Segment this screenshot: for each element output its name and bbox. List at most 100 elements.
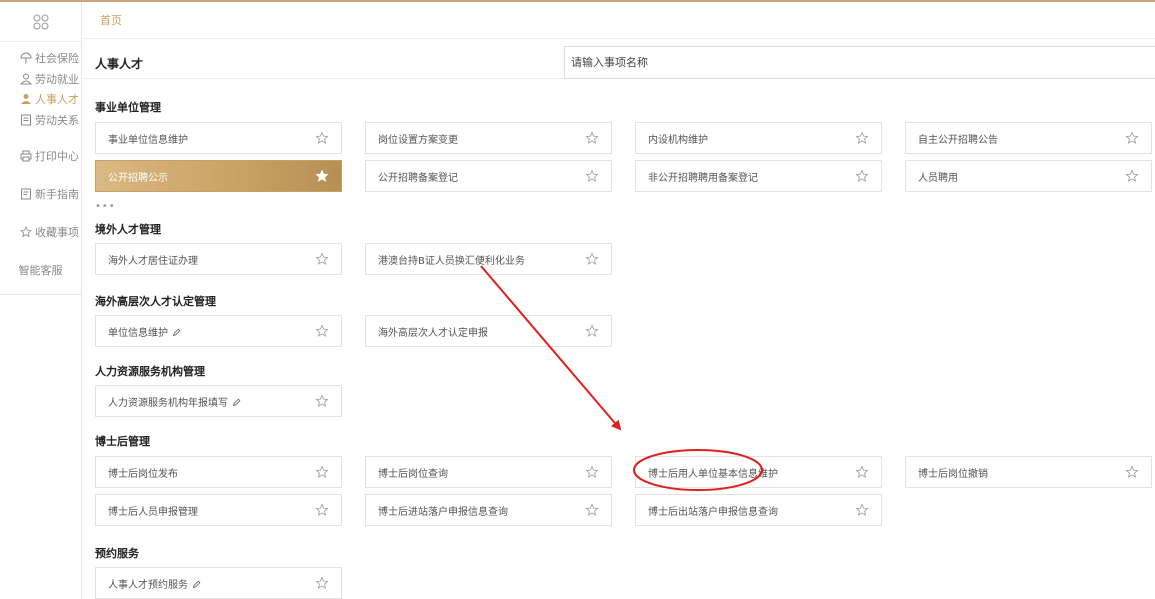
star-icon[interactable] [585, 324, 599, 338]
sidebar-item-guide[interactable]: 新手指南 [0, 182, 81, 206]
sidebar-item-smart-service[interactable]: 智能客服 [0, 258, 81, 282]
sidebar-menu: 社会保险 劳动就业 人事人才 劳动关系 打印中心 新手指南 收藏事项 智能客服 [0, 42, 81, 295]
service-card[interactable]: 博士后岗位撤销 [905, 456, 1152, 488]
service-card[interactable]: 博士后人员申报管理 [95, 494, 342, 526]
tab-bar: 首页 [83, 2, 1155, 39]
service-card[interactable]: 自主公开招聘公告 [905, 122, 1152, 154]
service-card-label: 公开招聘公示 [108, 169, 168, 184]
search-input[interactable] [565, 47, 1155, 78]
service-card[interactable]: 海外人才居住证办理 [95, 243, 342, 275]
sidebar-item-print-center[interactable]: 打印中心 [0, 144, 81, 168]
service-card[interactable]: 博士后岗位发布 [95, 456, 342, 488]
sidebar-item-social-insurance[interactable]: 社会保险 [0, 48, 81, 69]
service-name: 博士后人员申报管理 [108, 506, 198, 518]
sidebar-item-label: 收藏事项 [35, 226, 79, 239]
star-icon[interactable] [315, 324, 329, 338]
service-name: 公开招聘备案登记 [378, 172, 458, 184]
service-card-label: 博士后岗位撤销 [918, 465, 988, 480]
edit-pencil-icon [232, 398, 241, 407]
star-icon[interactable] [315, 503, 329, 517]
service-card[interactable]: 博士后用人单位基本信息维护 [635, 456, 882, 488]
star-icon[interactable] [855, 169, 869, 183]
star-icon[interactable] [315, 131, 329, 145]
service-card-label: 事业单位信息维护 [108, 131, 188, 146]
star-icon[interactable] [585, 131, 599, 145]
sidebar-item-labor-relations[interactable]: 劳动关系 [0, 110, 81, 131]
apps-grid-icon[interactable] [33, 14, 49, 30]
service-card-label: 公开招聘备案登记 [378, 169, 458, 184]
service-name: 博士后出站落户申报信息查询 [648, 506, 778, 518]
star-icon[interactable] [585, 252, 599, 266]
service-card[interactable]: 人事人才预约服务 [95, 567, 342, 599]
sidebar-item-label: 人事人才 [35, 93, 79, 107]
service-name: 人员聘用 [918, 172, 958, 184]
service-name: 岗位设置方案变更 [378, 134, 458, 146]
service-card[interactable]: 人力资源服务机构年报填写 [95, 385, 342, 417]
document-icon [20, 188, 32, 200]
service-card[interactable]: 博士后出站落户申报信息查询 [635, 494, 882, 526]
service-card[interactable]: 内设机构维护 [635, 122, 882, 154]
service-name: 人力资源服务机构年报填写 [108, 397, 228, 409]
sidebar-item-favorites[interactable]: 收藏事项 [0, 220, 81, 244]
service-card[interactable]: 公开招聘备案登记 [365, 160, 612, 192]
star-icon[interactable] [855, 465, 869, 479]
header-row: 人事人才 [83, 46, 1155, 79]
star-icon[interactable] [315, 576, 329, 590]
star-icon[interactable] [585, 503, 599, 517]
tab-home[interactable]: 首页 [100, 12, 122, 28]
service-card[interactable]: 人员聘用 [905, 160, 1152, 192]
service-card[interactable]: 单位信息维护 [95, 315, 342, 347]
edit-pencil-icon [192, 580, 201, 589]
printer-icon [20, 150, 32, 162]
star-icon[interactable] [855, 131, 869, 145]
service-card-label: 港澳台持B证人员换汇便利化业务 [378, 252, 525, 267]
more-indicator[interactable]: ••• [95, 201, 116, 212]
service-card[interactable]: 港澳台持B证人员换汇便利化业务 [365, 243, 612, 275]
service-card-label: 博士后用人单位基本信息维护 [648, 465, 778, 480]
star-icon[interactable] [315, 169, 329, 183]
service-name: 单位信息维护 [108, 327, 168, 339]
service-name: 内设机构维护 [648, 134, 708, 146]
service-card[interactable]: 博士后岗位查询 [365, 456, 612, 488]
search-box[interactable] [564, 46, 1155, 79]
star-icon[interactable] [855, 503, 869, 517]
star-icon[interactable] [315, 465, 329, 479]
service-card[interactable]: 海外高层次人才认定申报 [365, 315, 612, 347]
service-name: 人事人才预约服务 [108, 579, 188, 591]
service-card-label: 博士后岗位查询 [378, 465, 448, 480]
star-icon[interactable] [585, 169, 599, 183]
service-name: 公开招聘公示 [108, 172, 168, 184]
star-icon[interactable] [315, 394, 329, 408]
annotation-arrow [480, 265, 622, 431]
service-card-label: 单位信息维护 [108, 324, 181, 339]
service-name: 博士后用人单位基本信息维护 [648, 468, 778, 480]
service-name: 博士后岗位撤销 [918, 468, 988, 480]
star-icon[interactable] [1125, 131, 1139, 145]
service-name: 博士后岗位发布 [108, 468, 178, 480]
sidebar-item-employment[interactable]: 劳动就业 [0, 69, 81, 90]
star-icon[interactable] [585, 465, 599, 479]
star-icon[interactable] [1125, 169, 1139, 183]
service-card-label: 博士后人员申报管理 [108, 503, 198, 518]
sidebar-item-hr-talent[interactable]: 人事人才 [0, 89, 81, 110]
service-name: 自主公开招聘公告 [918, 134, 998, 146]
service-card[interactable]: 事业单位信息维护 [95, 122, 342, 154]
sidebar-item-label: 社会保险 [35, 52, 79, 66]
service-card-label: 博士后出站落户申报信息查询 [648, 503, 778, 518]
sidebar-item-label: 新手指南 [35, 188, 79, 201]
person-icon [20, 93, 32, 105]
star-icon[interactable] [315, 252, 329, 266]
service-card[interactable]: 非公开招聘聘用备案登记 [635, 160, 882, 192]
service-card-label: 海外高层次人才认定申报 [378, 324, 488, 339]
service-card[interactable]: 岗位设置方案变更 [365, 122, 612, 154]
page-title: 人事人才 [95, 57, 144, 71]
star-icon[interactable] [1125, 465, 1139, 479]
service-card-label: 自主公开招聘公告 [918, 131, 998, 146]
service-card[interactable]: 博士后进站落户申报信息查询 [365, 494, 612, 526]
service-name: 博士后进站落户申报信息查询 [378, 506, 508, 518]
sidebar-logo[interactable] [0, 2, 81, 42]
service-card[interactable]: 公开招聘公示 [95, 160, 342, 192]
sidebar: 社会保险 劳动就业 人事人才 劳动关系 打印中心 新手指南 收藏事项 智能客服 [0, 2, 82, 599]
section-title: 人力资源服务机构管理 [95, 365, 205, 378]
section-title: 海外高层次人才认定管理 [95, 295, 216, 308]
